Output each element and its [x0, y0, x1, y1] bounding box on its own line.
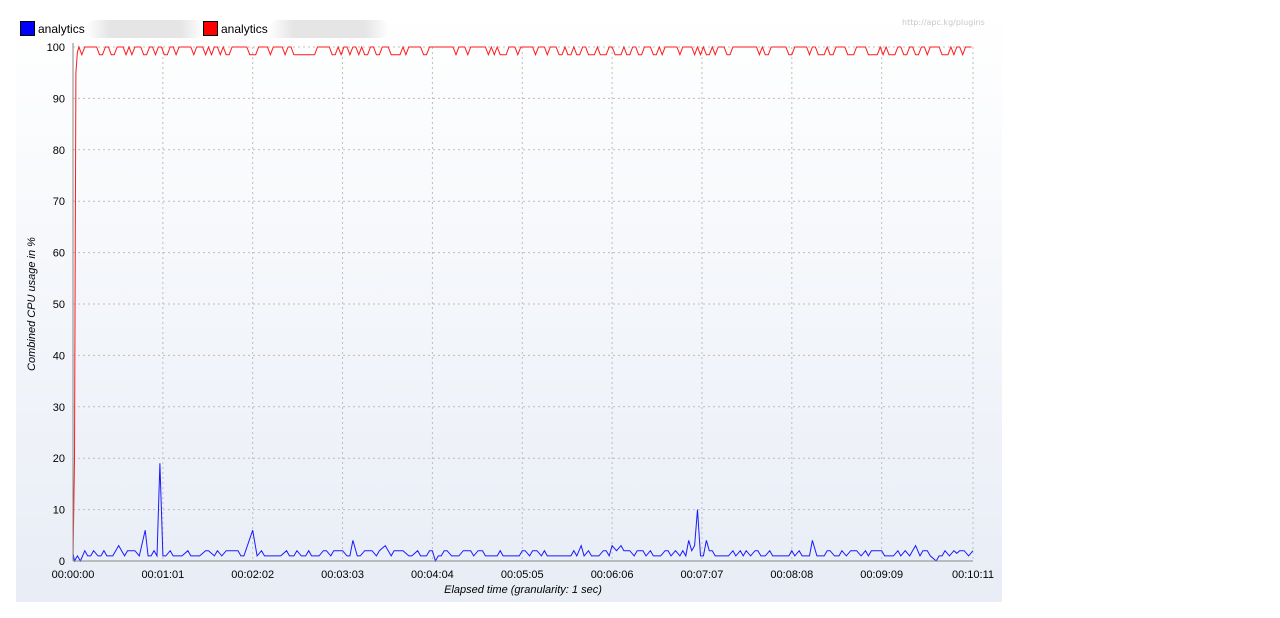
x-axis-title: Elapsed time (granularity: 1 sec)	[444, 584, 602, 596]
x-tick-label-00:10:11: 00:10:11	[952, 569, 994, 581]
x-tick-label-00:07:07: 00:07:07	[681, 569, 724, 581]
x-tick-label-00:02:02: 00:02:02	[231, 569, 274, 581]
x-tick-label-00:05:05: 00:05:05	[501, 569, 544, 581]
y-tick-label-30: 30	[53, 402, 65, 414]
y-tick-label-10: 10	[53, 505, 65, 517]
y-axis-title: Combined CPU usage in %	[26, 237, 38, 371]
y-tick-label-50: 50	[53, 299, 65, 311]
x-tick-label-00:06:06: 00:06:06	[591, 569, 634, 581]
x-tick-label-00:09:09: 00:09:09	[860, 569, 903, 581]
y-tick-label-70: 70	[53, 196, 65, 208]
y-tick-label-20: 20	[53, 453, 65, 465]
grid-lines	[73, 46, 974, 561]
cpu-usage-chart: 0102030405060708090100 00:00:00 00:01:01 0…	[26, 42, 994, 596]
x-tick-label-00:01:01: 00:01:01	[141, 569, 184, 581]
x-tick-label-00:03:03: 00:03:03	[321, 569, 364, 581]
axes	[72, 43, 973, 562]
y-tick-label-100: 100	[47, 42, 65, 54]
y-tick-labels: 0 10 20 30 40 50 60 70 80 90 100	[47, 42, 65, 568]
y-tick-label-0: 0	[59, 556, 65, 568]
y-tick-label-60: 60	[53, 248, 65, 260]
x-tick-labels: 00:00:00 00:01:01 00:02:02 00:03:03 00:04:04…	[52, 569, 994, 581]
y-tick-label-80: 80	[53, 145, 65, 157]
x-tick-label-00:08:08: 00:08:08	[770, 569, 813, 581]
x-tick-label-00:00:00: 00:00:00	[52, 569, 95, 581]
x-tick-label-00:04:04: 00:04:04	[411, 569, 454, 581]
y-tick-label-40: 40	[53, 350, 65, 362]
y-tick-label-90: 90	[53, 93, 65, 105]
series-line-blue	[72, 463, 974, 563]
